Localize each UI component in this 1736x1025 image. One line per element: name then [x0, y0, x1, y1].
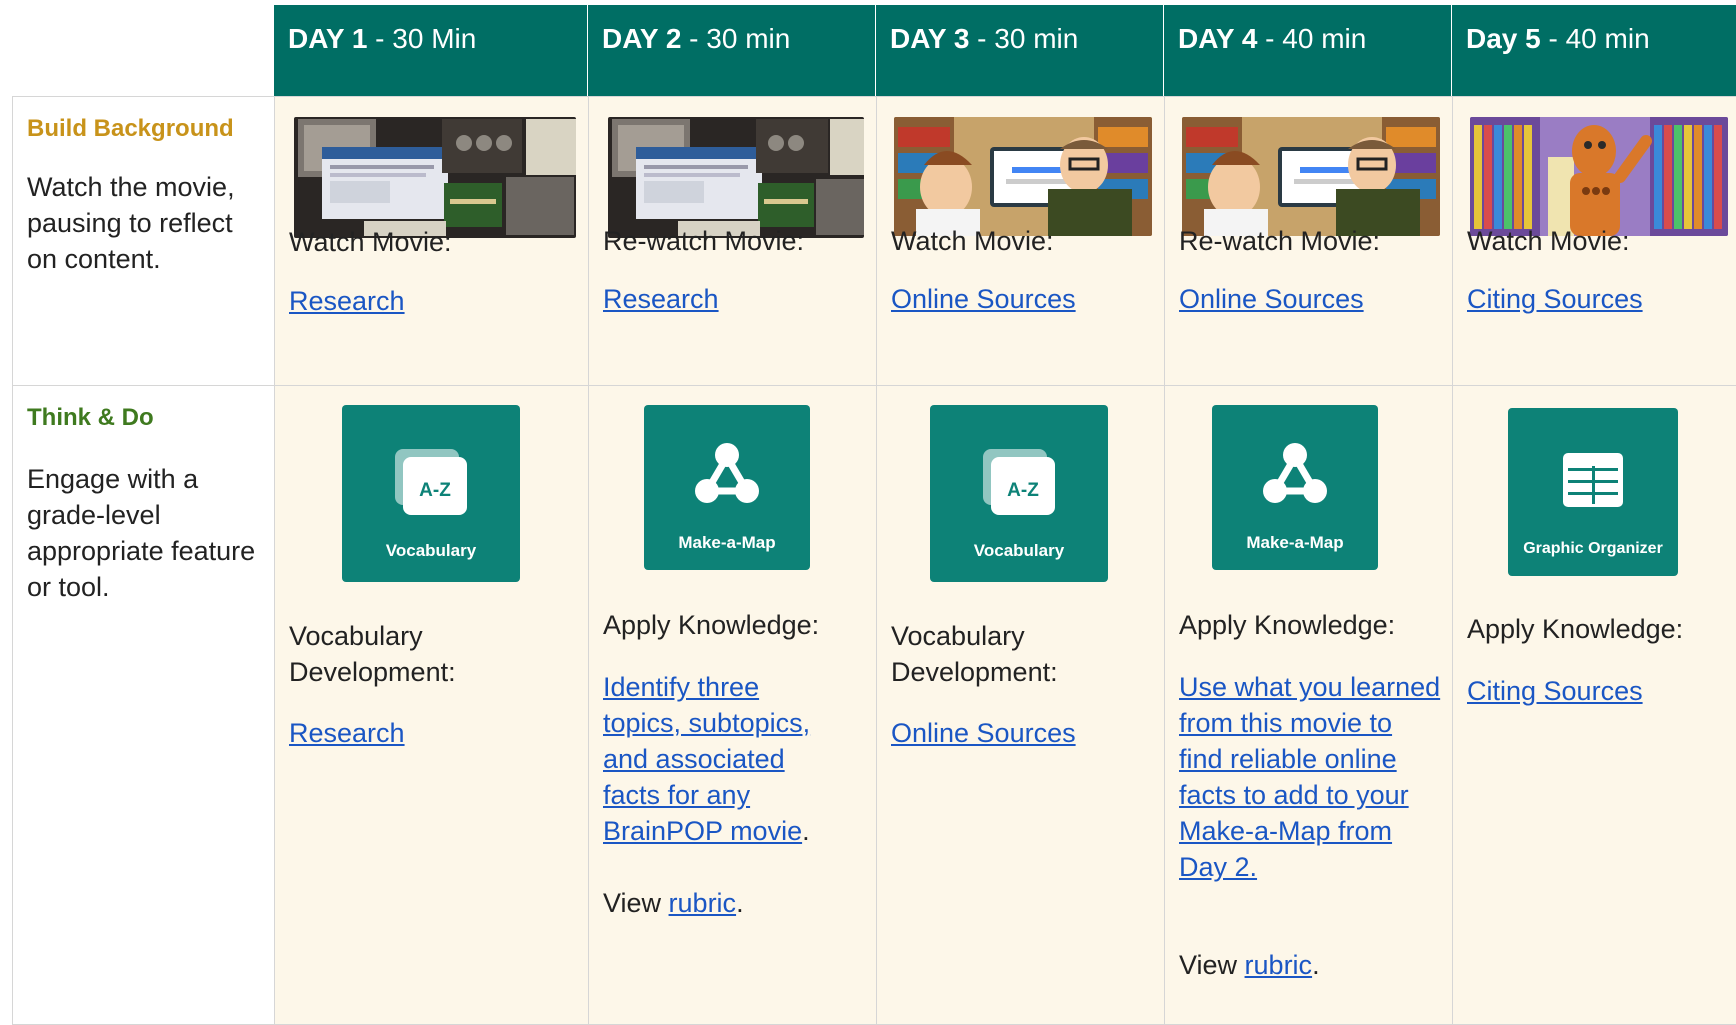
view-rubric-prefix: View [1179, 950, 1245, 980]
research-movie-thumbnail[interactable] [294, 117, 576, 238]
day5-header: Day 5 - 40 min [1452, 5, 1736, 96]
day2-think-cell: Make-a-Map Apply Knowledge: Identify thr… [588, 385, 877, 1025]
citing-sources-movie-link[interactable]: Citing Sources [1467, 284, 1643, 314]
day5-build-cell: Watch Movie: Citing Sources [1452, 96, 1736, 386]
make-a-map-tile-label: Make-a-Map [1246, 533, 1344, 552]
day4-build-cell: Re-watch Movie: Online Sources [1164, 96, 1453, 386]
citing-sources-movie-thumbnail[interactable] [1470, 117, 1728, 236]
day3-build-cell: Watch Movie: Online Sources [876, 96, 1165, 386]
make-a-map-activity-link[interactable]: Identify three topics, subtopics, and as… [603, 672, 810, 846]
apply-knowledge-label: Apply Knowledge: [1179, 610, 1396, 640]
online-sources-movie-thumbnail[interactable] [1182, 117, 1440, 236]
activity-suffix: . [802, 816, 810, 846]
online-sources-movie-thumbnail[interactable] [894, 117, 1152, 236]
day-duration: - 30 min [681, 23, 791, 54]
make-a-map-tile-label: Make-a-Map [678, 533, 776, 552]
day-label: DAY 1 [288, 23, 368, 54]
view-rubric-suffix: . [1312, 950, 1320, 980]
day-label: Day 5 [1466, 23, 1541, 54]
day-duration: - 30 Min [367, 23, 477, 54]
vocabulary-development-label: Vocabulary Development: [891, 621, 1058, 687]
vocabulary-online-sources-link[interactable]: Online Sources [891, 718, 1076, 748]
day-duration: - 40 min [1540, 23, 1650, 54]
view-rubric-prefix: View [603, 888, 669, 918]
day-label: DAY 3 [890, 23, 970, 54]
svg-text:A-Z: A-Z [419, 480, 451, 501]
vocabulary-tile[interactable]: A-Z Vocabulary [930, 405, 1108, 582]
view-rubric-suffix: . [736, 888, 744, 918]
day4-think-cell: Make-a-Map Apply Knowledge: Use what you… [1164, 385, 1453, 1025]
rubric-link[interactable]: rubric [669, 888, 737, 918]
day1-think-cell: A-Z Vocabulary Vocabulary Development: R… [274, 385, 589, 1025]
citing-sources-link[interactable]: Citing Sources [1467, 676, 1643, 706]
think-and-do-title: Think & Do [27, 404, 154, 431]
watch-movie-label: Watch Movie: [289, 227, 452, 257]
vocabulary-tile-label: Vocabulary [973, 541, 1065, 560]
svg-text:A-Z: A-Z [1007, 480, 1039, 501]
make-a-map-activity-link[interactable]: Use what you learned from this movie to … [1179, 672, 1440, 882]
day1-build-cell: Watch Movie: Research [274, 96, 589, 386]
apply-knowledge-label: Apply Knowledge: [1467, 614, 1684, 644]
vocabulary-research-link[interactable]: Research [289, 718, 405, 748]
research-movie-link[interactable]: Research [603, 284, 719, 314]
make-a-map-tile[interactable]: Make-a-Map [1212, 405, 1378, 570]
think-and-do-description: Engage with a grade-level appropriate fe… [27, 464, 256, 602]
day1-header: DAY 1 - 30 Min [274, 5, 587, 96]
research-movie-thumbnail[interactable] [608, 117, 864, 238]
vocabulary-tile[interactable]: A-Z Vocabulary [342, 405, 520, 582]
watch-movie-label: Watch Movie: [891, 226, 1054, 256]
rewatch-movie-label: Re-watch Movie: [603, 226, 805, 256]
day2-build-cell: Re-watch Movie: Research [588, 96, 877, 386]
research-movie-link[interactable]: Research [289, 286, 405, 316]
day2-header: DAY 2 - 30 min [588, 5, 875, 96]
day-duration: - 30 min [969, 23, 1079, 54]
day-label: DAY 2 [602, 23, 682, 54]
build-background-title: Build Background [27, 115, 234, 142]
graphic-organizer-tile-label: Graphic Organizer [1523, 540, 1663, 557]
day3-header: DAY 3 - 30 min [876, 5, 1163, 96]
build-background-label-cell: Build Background Watch the movie, pausin… [12, 96, 275, 386]
make-a-map-tile[interactable]: Make-a-Map [644, 405, 810, 570]
online-sources-movie-link[interactable]: Online Sources [891, 284, 1076, 314]
day5-think-cell: Graphic Organizer Apply Knowledge: Citin… [1452, 385, 1736, 1025]
build-background-description: Watch the movie, pausing to reflect on c… [27, 172, 235, 274]
rubric-link[interactable]: rubric [1245, 950, 1313, 980]
day-duration: - 40 min [1257, 23, 1367, 54]
vocabulary-development-label: Vocabulary Development: [289, 621, 456, 687]
graphic-organizer-tile[interactable]: Graphic Organizer [1508, 408, 1678, 576]
think-and-do-label-cell: Think & Do Engage with a grade-level app… [12, 385, 275, 1025]
day3-think-cell: A-Z Vocabulary Vocabulary Development: O… [876, 385, 1165, 1025]
rewatch-movie-label: Re-watch Movie: [1179, 226, 1381, 256]
apply-knowledge-label: Apply Knowledge: [603, 610, 820, 640]
day4-header: DAY 4 - 40 min [1164, 5, 1451, 96]
online-sources-movie-link[interactable]: Online Sources [1179, 284, 1364, 314]
day-label: DAY 4 [1178, 23, 1258, 54]
watch-movie-label: Watch Movie: [1467, 226, 1630, 256]
vocabulary-tile-label: Vocabulary [385, 541, 477, 560]
